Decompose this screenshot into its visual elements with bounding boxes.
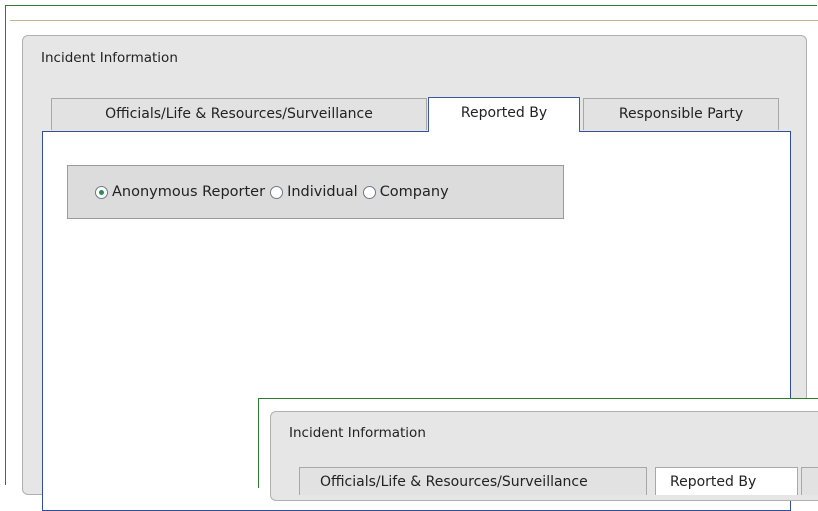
nested-tab-officials-life-resources-surveillance[interactable]: Officials/Life & Resources/Surveillance xyxy=(299,467,647,495)
radio-unchecked-icon[interactable] xyxy=(270,185,284,199)
panel-title: Incident Information xyxy=(41,50,178,66)
tab-responsible-party[interactable]: Responsible Party xyxy=(583,98,779,130)
radio-company[interactable]: Company xyxy=(362,184,449,200)
radio-anonymous-reporter[interactable]: Anonymous Reporter xyxy=(95,184,265,200)
radio-label-anonymous-reporter: Anonymous Reporter xyxy=(112,184,266,200)
tab-reported-by[interactable]: Reported By xyxy=(428,97,580,132)
nested-screenshot-frame: Incident Information Officials/Life & Re… xyxy=(258,398,818,501)
nested-tab-reported-by[interactable]: Reported By xyxy=(655,467,798,495)
radio-individual[interactable]: Individual xyxy=(270,184,358,200)
top-divider xyxy=(10,20,818,21)
nested-tab-responsible-party[interactable] xyxy=(801,467,818,495)
radio-label-individual: Individual xyxy=(287,184,358,200)
radio-label-company: Company xyxy=(379,184,449,200)
radio-checked-icon[interactable] xyxy=(95,185,108,199)
radio-unchecked-icon[interactable] xyxy=(362,185,376,199)
nested-panel-title: Incident Information xyxy=(289,425,426,441)
tab-officials-life-resources-surveillance[interactable]: Officials/Life & Resources/Surveillance xyxy=(51,98,427,130)
nested-incident-information-panel: Incident Information Officials/Life & Re… xyxy=(270,411,818,501)
reporter-type-radio-group: Anonymous Reporter Individual Company xyxy=(67,165,564,219)
